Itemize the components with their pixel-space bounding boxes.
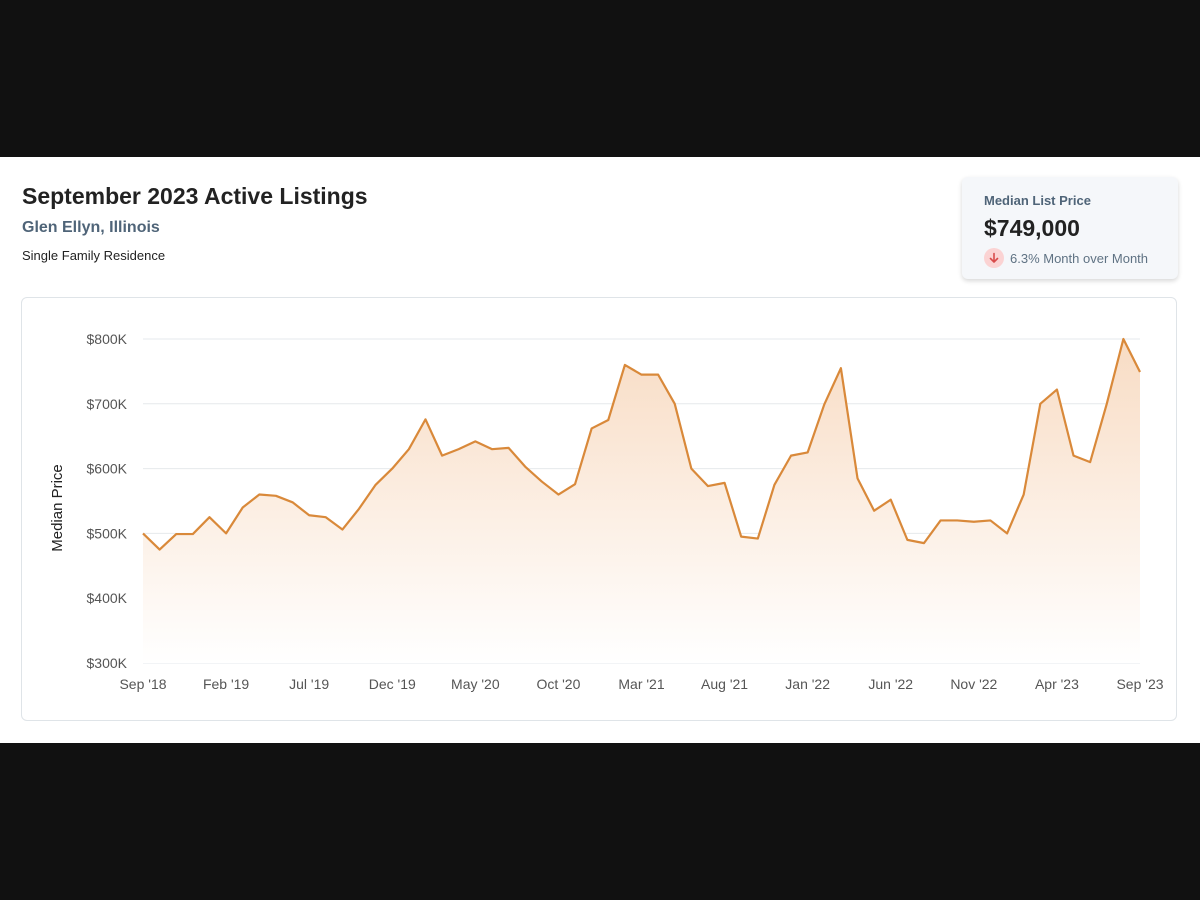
x-tick-label: Dec '19	[369, 676, 416, 692]
data-point	[157, 547, 163, 553]
data-point	[1104, 401, 1110, 407]
listing-panel: September 2023 Active Listings Glen Elly…	[0, 157, 1200, 743]
price-chart: $300K $400K $500K $600K $700K $800K Sep '18 Fe…	[21, 297, 1177, 721]
data-point	[256, 492, 262, 498]
data-point	[190, 531, 196, 537]
data-point	[373, 482, 379, 488]
data-point	[755, 536, 761, 542]
x-axis-ticks: Sep '18 Feb '19 Jul '19 Dec '19 May '20 Oct '…	[119, 676, 1163, 692]
stat-label: Median List Price	[984, 193, 1091, 208]
x-tick-label: Mar '21	[618, 676, 664, 692]
location-label: Glen Ellyn, Illinois	[22, 219, 160, 236]
data-point	[672, 401, 678, 407]
data-point	[389, 466, 395, 472]
data-point	[539, 479, 545, 485]
data-point	[456, 446, 462, 452]
x-tick-label: Feb '19	[203, 676, 249, 692]
data-point	[871, 508, 877, 514]
data-point	[987, 517, 993, 523]
data-point	[639, 372, 645, 378]
data-point	[1004, 530, 1010, 536]
data-point	[589, 425, 595, 431]
data-point	[356, 506, 362, 512]
median-list-price-card: Median List Price $749,000 6.3% Month ov…	[962, 177, 1178, 279]
data-point	[971, 519, 977, 525]
arrow-down-icon	[984, 248, 1004, 268]
data-point	[622, 362, 628, 368]
data-point	[472, 438, 478, 444]
stat-change-text: 6.3% Month over Month	[1010, 250, 1149, 266]
data-point	[1071, 453, 1077, 459]
data-point	[771, 482, 777, 488]
data-point	[273, 493, 279, 499]
data-point	[821, 401, 827, 407]
data-point	[722, 480, 728, 486]
data-point	[1087, 459, 1093, 465]
price-chart-svg: $300K $400K $500K $600K $700K $800K Sep '18 Fe…	[49, 331, 1164, 692]
data-point	[788, 453, 794, 459]
data-point	[938, 517, 944, 523]
x-tick-label: Jan '22	[785, 676, 830, 692]
y-axis-title: Median Price	[49, 464, 66, 552]
data-point	[888, 497, 894, 503]
y-tick-label: $700K	[87, 396, 128, 412]
data-point	[323, 514, 329, 520]
data-point	[904, 537, 910, 543]
data-point	[1120, 336, 1126, 342]
data-point	[439, 453, 445, 459]
data-point	[173, 531, 179, 537]
x-tick-label: May '20	[451, 676, 500, 692]
property-type-label: Single Family Residence	[22, 248, 166, 263]
data-point	[306, 512, 312, 518]
data-point	[705, 483, 711, 489]
data-point	[506, 445, 512, 451]
stat-value: $749,000	[984, 215, 1080, 241]
data-point	[838, 365, 844, 371]
data-point	[1037, 401, 1043, 407]
data-point	[290, 499, 296, 505]
data-point	[738, 534, 744, 540]
data-point	[555, 492, 561, 498]
y-tick-label: $600K	[87, 461, 128, 477]
data-point	[954, 517, 960, 523]
data-point	[921, 540, 927, 546]
data-point	[805, 449, 811, 455]
y-tick-label: $800K	[87, 331, 128, 347]
data-point	[339, 527, 345, 533]
data-point	[206, 514, 212, 520]
y-axis-ticks: $300K $400K $500K $600K $700K $800K	[87, 331, 128, 671]
data-point	[422, 416, 428, 422]
data-point	[605, 417, 611, 423]
data-point	[489, 446, 495, 452]
data-point	[522, 464, 528, 470]
x-tick-label: Nov '22	[950, 676, 997, 692]
x-tick-label: Oct '20	[536, 676, 580, 692]
x-tick-label: Apr '23	[1035, 676, 1079, 692]
y-tick-label: $300K	[87, 655, 128, 671]
data-point	[1021, 492, 1027, 498]
x-tick-label: Jul '19	[289, 676, 329, 692]
data-point	[140, 530, 146, 536]
data-point	[688, 466, 694, 472]
data-point	[1137, 369, 1143, 375]
data-point	[240, 504, 246, 510]
data-point	[655, 372, 661, 378]
x-tick-label: Sep '23	[1116, 676, 1163, 692]
x-tick-label: Aug '21	[701, 676, 748, 692]
data-point	[855, 475, 861, 481]
x-tick-label: Sep '18	[119, 676, 166, 692]
page-title: September 2023 Active Listings	[22, 183, 368, 209]
data-point	[1054, 387, 1060, 393]
stat-change: 6.3% Month over Month	[984, 248, 1178, 268]
y-tick-label: $400K	[87, 590, 128, 606]
data-point	[406, 446, 412, 452]
x-tick-label: Jun '22	[868, 676, 913, 692]
data-point	[572, 481, 578, 487]
data-point	[223, 530, 229, 536]
y-tick-label: $500K	[87, 525, 128, 541]
